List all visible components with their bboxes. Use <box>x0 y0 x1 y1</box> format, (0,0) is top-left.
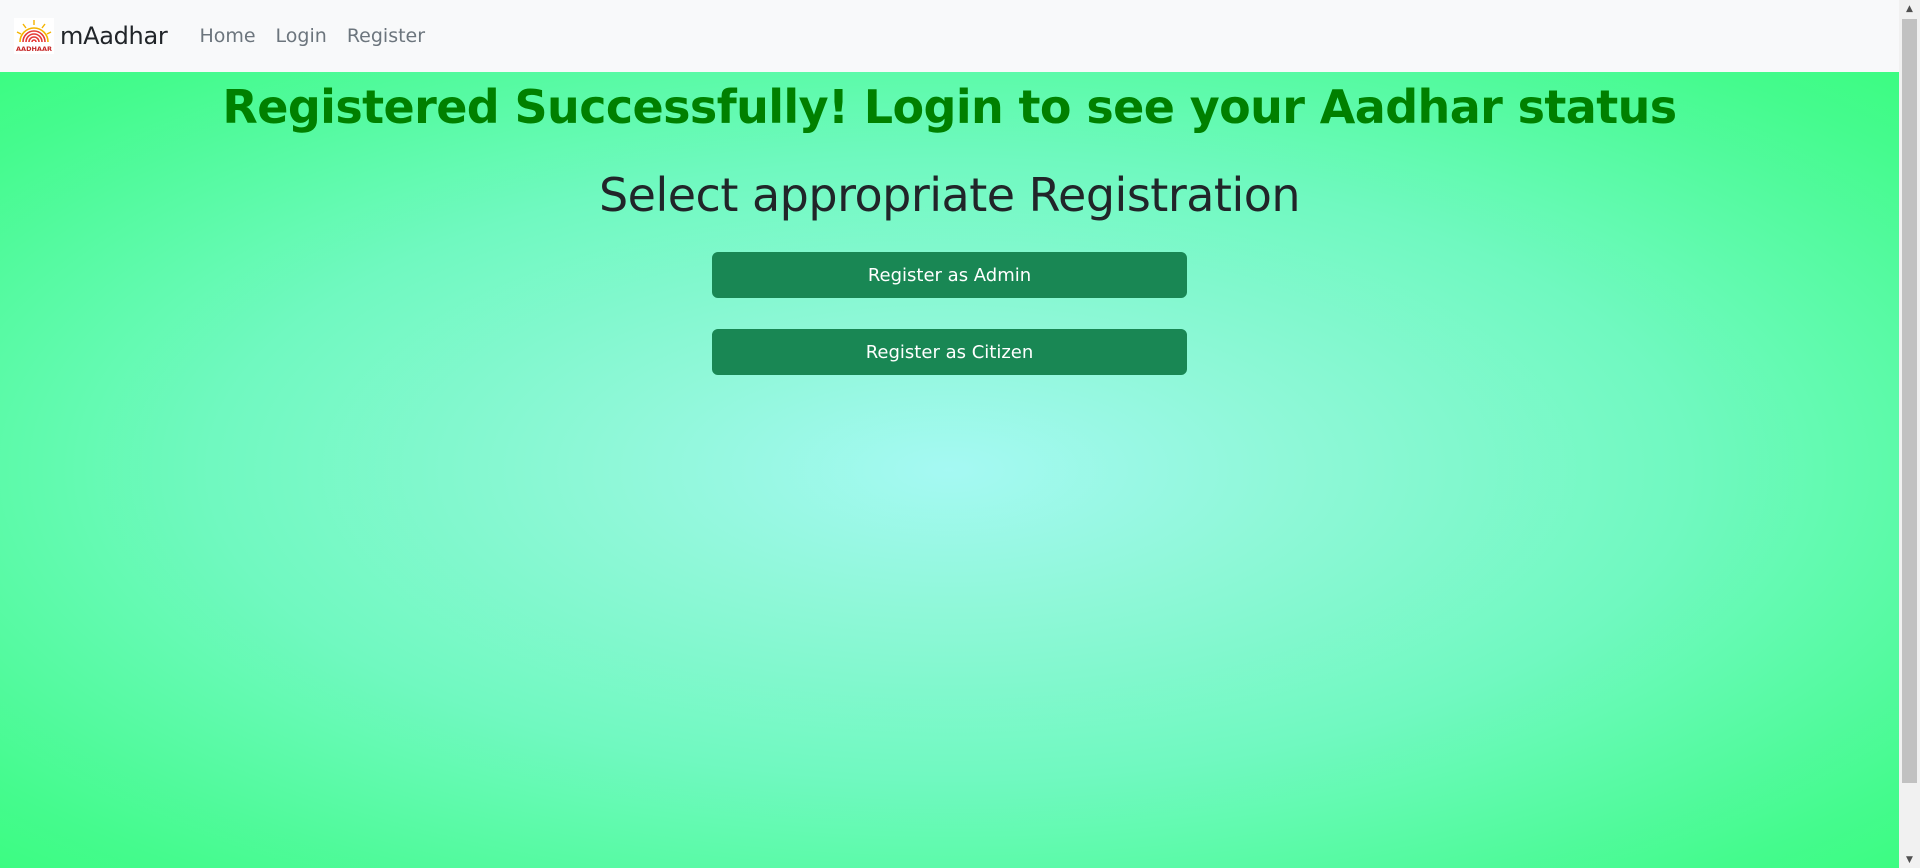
page-title: Select appropriate Registration <box>598 168 1301 222</box>
brand-link[interactable]: AADHAAR mAadhar <box>14 18 168 54</box>
vertical-scrollbar[interactable]: ▲ ▼ <box>1899 0 1920 868</box>
brand-name: mAadhar <box>60 22 168 50</box>
register-citizen-button[interactable]: Register as Citizen <box>712 329 1187 375</box>
svg-text:AADHAAR: AADHAAR <box>16 45 52 53</box>
scroll-thumb[interactable] <box>1902 19 1917 783</box>
success-message: Registered Successfully! Login to see yo… <box>222 80 1677 134</box>
browser-viewport: AADHAAR mAadhar Home Login Register Regi… <box>0 0 1899 868</box>
navbar: AADHAAR mAadhar Home Login Register <box>0 0 1899 72</box>
main-content: Registered Successfully! Login to see yo… <box>0 72 1899 868</box>
nav-link-register[interactable]: Register <box>347 25 425 47</box>
nav-link-login[interactable]: Login <box>276 25 327 47</box>
scroll-up-icon[interactable]: ▲ <box>1899 0 1920 17</box>
register-admin-button[interactable]: Register as Admin <box>712 252 1187 298</box>
nav-links: Home Login Register <box>189 25 435 47</box>
scroll-down-icon[interactable]: ▼ <box>1899 851 1920 868</box>
aadhaar-logo-icon: AADHAAR <box>14 18 54 54</box>
nav-link-home[interactable]: Home <box>199 25 255 47</box>
